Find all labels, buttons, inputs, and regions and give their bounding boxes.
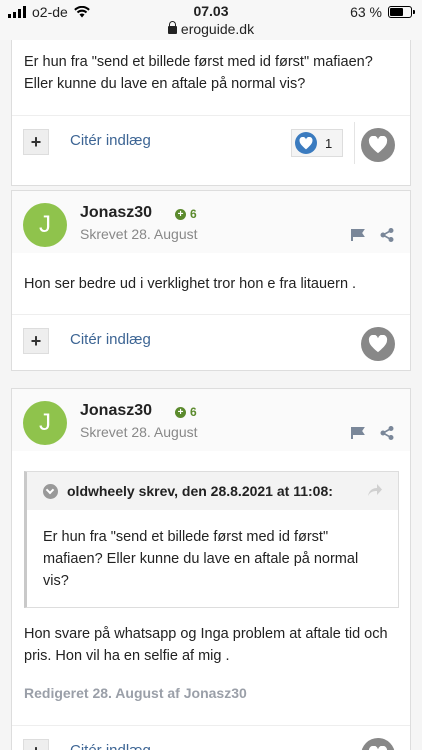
quote-block: oldwheely skrev, den 28.8.2021 at 11:08:… bbox=[24, 471, 399, 608]
post-body: Hon ser bedre ud i verklighet tror hon e… bbox=[24, 276, 357, 292]
cite-post-link[interactable]: Citér indlæg bbox=[70, 132, 151, 149]
heart-icon bbox=[368, 335, 388, 353]
post-body: Hon svare på whatsapp og Inga problem at… bbox=[24, 626, 388, 664]
post-actions: + Citér indlæg bbox=[12, 725, 410, 750]
multiquote-button[interactable]: + bbox=[23, 129, 49, 155]
status-right: 63 % bbox=[350, 4, 415, 20]
post-card: J Jonasz30 +6 Skrevet 28. August Hon ser… bbox=[11, 190, 411, 371]
reputation-badge: +6 bbox=[175, 207, 197, 221]
post-body: Er hun fra "send et billede først med id… bbox=[24, 54, 373, 92]
reputation-count: 6 bbox=[190, 207, 197, 221]
post-author-header: J Jonasz30 +6 Skrevet 28. August bbox=[12, 389, 410, 451]
post-date[interactable]: Skrevet 28. August bbox=[80, 226, 198, 242]
multiquote-button[interactable]: + bbox=[23, 328, 49, 354]
plus-icon: + bbox=[175, 406, 186, 418]
reaction-count-badge[interactable]: 1 bbox=[291, 129, 343, 157]
post-actions: + Citér indlæg 1 bbox=[12, 115, 410, 169]
heart-icon bbox=[299, 136, 313, 149]
like-reaction-icon bbox=[295, 132, 317, 154]
author-name[interactable]: Jonasz30 bbox=[80, 204, 152, 222]
reputation-count: 6 bbox=[190, 405, 197, 419]
post-actions: + Citér indlæg bbox=[12, 314, 410, 368]
multiquote-button[interactable]: + bbox=[23, 739, 49, 750]
battery-fill bbox=[390, 8, 403, 16]
author-name[interactable]: Jonasz30 bbox=[80, 402, 152, 420]
plus-icon: + bbox=[175, 208, 186, 220]
divider bbox=[354, 122, 355, 164]
avatar[interactable]: J bbox=[23, 401, 67, 445]
react-heart-button[interactable] bbox=[361, 327, 395, 361]
address-url: eroguide.dk bbox=[180, 21, 255, 37]
go-to-quoted-post-icon[interactable] bbox=[367, 483, 383, 497]
flag-icon[interactable] bbox=[351, 229, 365, 241]
lock-icon bbox=[167, 21, 177, 34]
quote-text: Er hun fra "send et billede først med id… bbox=[43, 529, 359, 589]
quote-citation: oldwheely skrev, den 28.8.2021 at 11:08: bbox=[67, 483, 333, 499]
reaction-count: 1 bbox=[325, 135, 333, 151]
share-icon[interactable] bbox=[380, 426, 394, 440]
chevron-down-icon[interactable] bbox=[43, 484, 58, 499]
post-card: Er hun fra "send et billede først med id… bbox=[11, 40, 411, 186]
post-author-header: J Jonasz30 +6 Skrevet 28. August bbox=[12, 191, 410, 253]
cite-post-link[interactable]: Citér indlæg bbox=[70, 742, 151, 750]
quote-header[interactable]: oldwheely skrev, den 28.8.2021 at 11:08: bbox=[27, 472, 398, 510]
flag-icon[interactable] bbox=[351, 427, 365, 439]
reputation-badge: +6 bbox=[175, 405, 197, 419]
heart-icon bbox=[368, 746, 388, 750]
address-bar[interactable]: eroguide.dk bbox=[0, 21, 422, 37]
avatar[interactable]: J bbox=[23, 203, 67, 247]
status-bar: o2-de 07.03 eroguide.dk 63 % bbox=[0, 0, 422, 40]
cite-post-link[interactable]: Citér indlæg bbox=[70, 331, 151, 348]
edited-note: Redigeret 28. August af Jonasz30 bbox=[24, 685, 247, 701]
post-card: J Jonasz30 +6 Skrevet 28. August oldwhee… bbox=[11, 388, 411, 750]
battery-icon bbox=[388, 6, 415, 18]
react-heart-button[interactable] bbox=[361, 128, 395, 162]
post-date[interactable]: Skrevet 28. August bbox=[80, 424, 198, 440]
heart-icon bbox=[368, 136, 388, 154]
share-icon[interactable] bbox=[380, 228, 394, 242]
battery-label: 63 % bbox=[350, 4, 382, 20]
react-heart-button[interactable] bbox=[361, 738, 395, 750]
